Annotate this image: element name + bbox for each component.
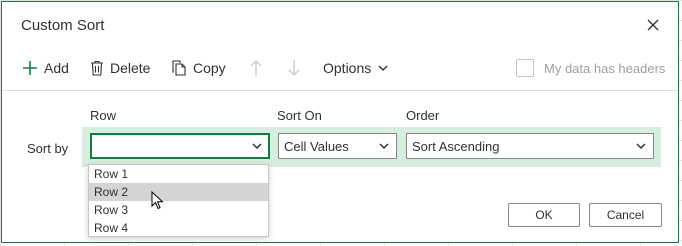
row-select[interactable] [90,133,270,159]
add-label: Add [44,60,69,76]
arrow-down-icon [288,60,300,76]
dropdown-option-row-2[interactable]: Row 2 [89,183,268,201]
sort-on-select-value: Cell Values [284,138,349,154]
close-button[interactable] [642,14,664,36]
move-up-button[interactable] [250,54,262,82]
copy-icon [172,60,186,76]
row-dropdown-list: Row 1 Row 2 Row 3 Row 4 [88,164,269,237]
close-icon [647,19,659,31]
dropdown-option-row-3[interactable]: Row 3 [89,201,268,219]
dropdown-option-row-4[interactable]: Row 4 [89,219,268,237]
trash-icon [91,60,103,76]
delete-label: Delete [110,60,151,76]
dialog-title: Custom Sort [21,17,105,34]
options-label: Options [323,60,372,76]
ok-button[interactable]: OK [508,203,580,227]
delete-level-button[interactable]: Delete [90,54,150,82]
chevron-down-icon [378,65,388,71]
dropdown-option-row-1[interactable]: Row 1 [89,165,268,183]
move-down-button[interactable] [288,54,300,82]
options-button[interactable]: Options [323,54,389,82]
add-level-button[interactable]: Add [22,54,69,82]
copy-level-button[interactable]: Copy [171,54,226,82]
chevron-down-icon [252,143,262,150]
column-header-sort-on: Sort On [277,108,322,123]
order-select-value: Sort Ascending [412,138,500,154]
sort-on-select[interactable]: Cell Values [278,133,397,159]
column-header-order: Order [406,108,440,123]
column-header-row: Row [90,108,117,123]
headers-label: My data has headers [544,60,666,76]
order-select[interactable]: Sort Ascending [406,133,654,159]
sort-by-label: Sort by [27,141,69,156]
my-data-has-headers-toggle[interactable]: My data has headers [516,59,665,77]
cancel-button[interactable]: Cancel [589,203,662,227]
mouse-pointer-icon [151,191,164,210]
copy-label: Copy [193,60,226,76]
plus-icon [23,61,37,75]
chevron-down-icon [379,143,389,150]
toolbar: Add Delete Copy Options My data has head… [2,54,678,82]
chevron-down-icon [636,143,646,150]
arrow-up-icon [250,60,262,76]
checkbox-icon[interactable] [516,59,534,77]
toolbar-divider [2,90,678,91]
